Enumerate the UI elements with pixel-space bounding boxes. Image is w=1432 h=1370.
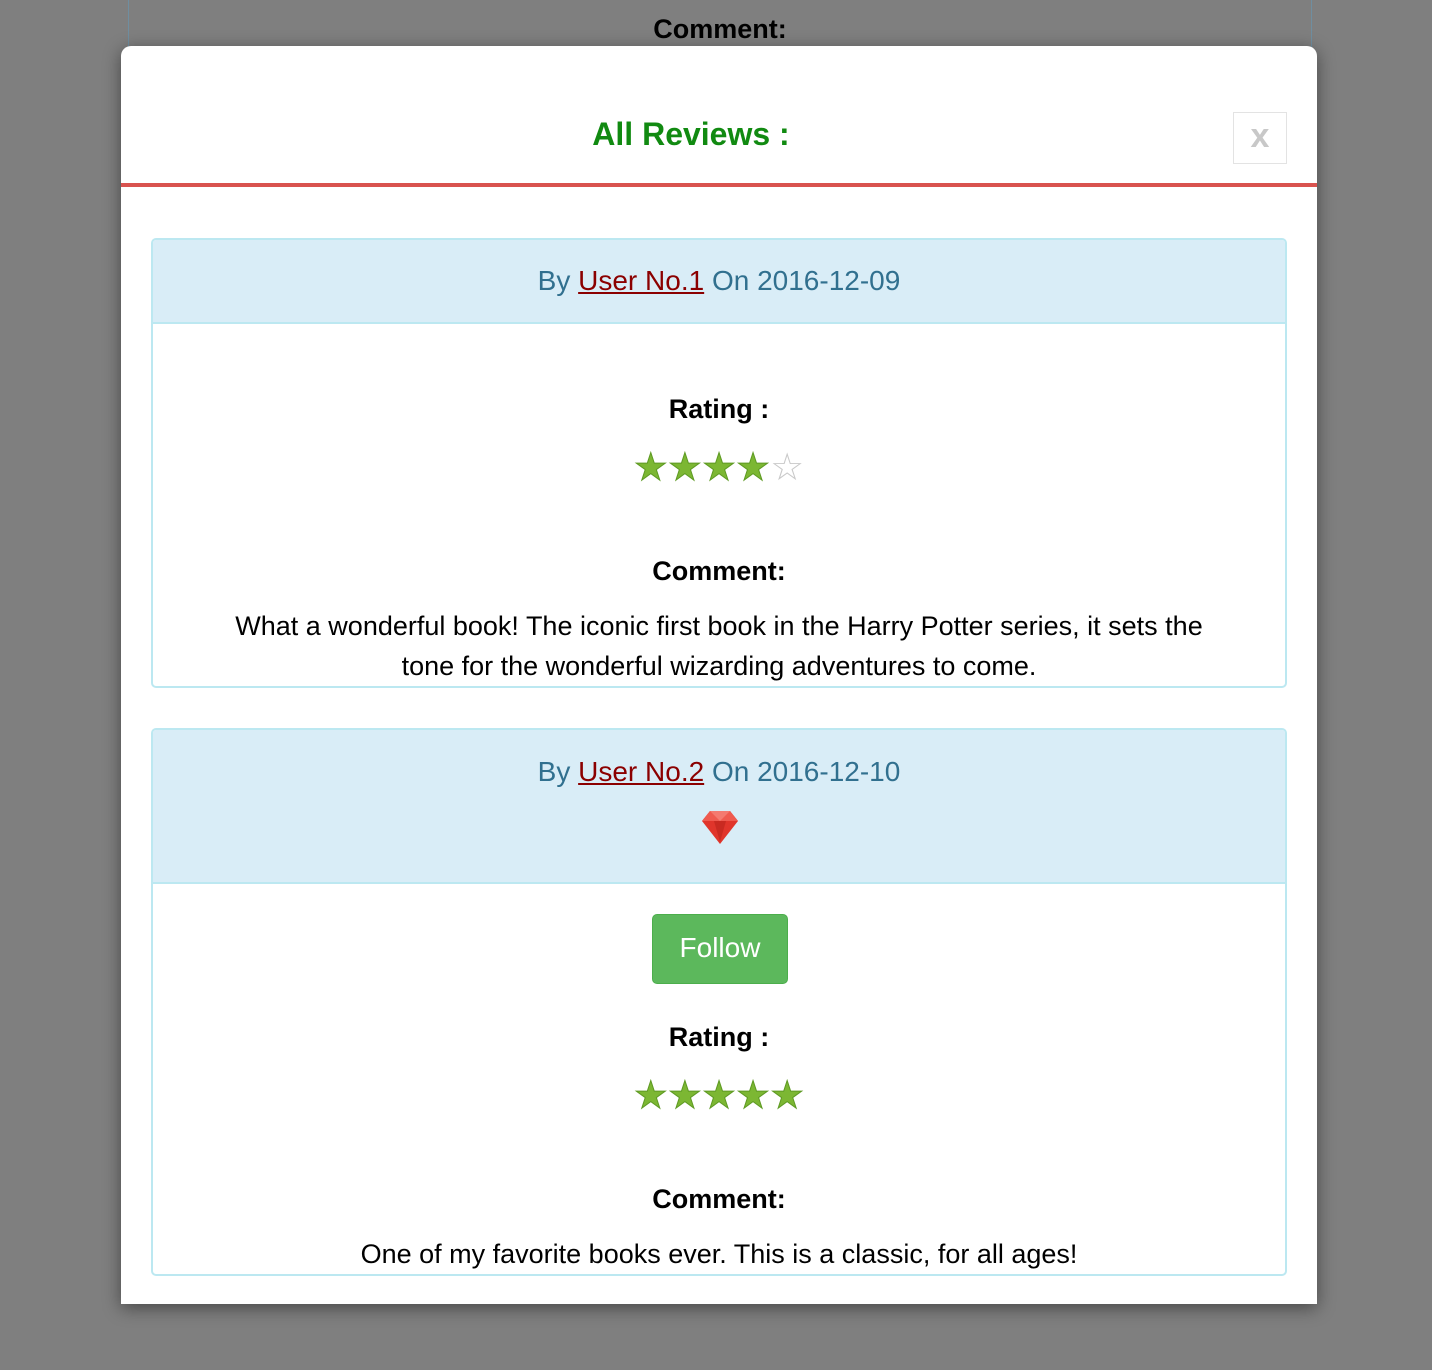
- follow-button[interactable]: Follow: [652, 914, 788, 984]
- ruby-gem-icon: [702, 811, 738, 844]
- star-filled-icon: ★: [770, 1075, 805, 1117]
- comment-text: One of my favorite books ever. This is a…: [360, 1239, 1078, 1269]
- rating-label: Rating :: [668, 394, 770, 424]
- star-filled-icon: ★: [701, 447, 737, 489]
- modal-header: All Reviews : x: [121, 46, 1317, 187]
- star-rating: ★★★★★: [153, 1075, 1285, 1117]
- reviews-modal: All Reviews : x By User No.1 On 2016-12-…: [121, 46, 1317, 1304]
- reviews-list: By User No.1 On 2016-12-09 Rating : ★★★★…: [151, 238, 1287, 1304]
- comment-label: Comment:: [652, 1184, 786, 1214]
- review-byline: By User No.1 On 2016-12-09: [153, 240, 1285, 322]
- review-heading: By User No.1 On 2016-12-09: [153, 240, 1285, 324]
- by-label: By: [537, 756, 571, 787]
- comment-label: Comment:: [652, 556, 786, 586]
- star-filled-icon: ★: [701, 1075, 737, 1117]
- background-comment-label: Comment:: [653, 14, 787, 44]
- star-filled-icon: ★: [736, 447, 771, 489]
- review-date: 2016-12-09: [757, 265, 901, 296]
- review-byline: By User No.2 On 2016-12-10: [153, 752, 1285, 792]
- star-filled-icon: ★: [736, 1075, 771, 1117]
- comment-text: What a wonderful book! The iconic first …: [235, 611, 1203, 681]
- star-filled-icon: ★: [633, 447, 668, 489]
- user-link[interactable]: User No.1: [578, 265, 704, 296]
- star-filled-icon: ★: [667, 1075, 702, 1117]
- review-panel: By User No.2 On 2016-12-10 Follow Rating…: [151, 728, 1287, 1276]
- review-body: Rating : ★★★★☆ Comment: What a wonderful…: [153, 324, 1285, 686]
- user-link[interactable]: User No.2: [578, 756, 704, 787]
- star-filled-icon: ★: [667, 447, 702, 489]
- on-label: On: [711, 756, 750, 787]
- review-heading: By User No.2 On 2016-12-10: [153, 730, 1285, 884]
- by-label: By: [537, 265, 571, 296]
- star-empty-icon: ☆: [770, 447, 805, 489]
- review-body: Follow Rating : ★★★★★ Comment: One of my…: [153, 884, 1285, 1274]
- review-date: 2016-12-10: [757, 756, 901, 787]
- modal-title: All Reviews :: [592, 116, 790, 152]
- star-filled-icon: ★: [633, 1075, 668, 1117]
- review-panel: By User No.1 On 2016-12-09 Rating : ★★★★…: [151, 238, 1287, 688]
- star-rating: ★★★★☆: [153, 447, 1285, 489]
- on-label: On: [711, 265, 750, 296]
- rating-label: Rating :: [668, 1022, 770, 1052]
- close-button[interactable]: x: [1233, 112, 1287, 164]
